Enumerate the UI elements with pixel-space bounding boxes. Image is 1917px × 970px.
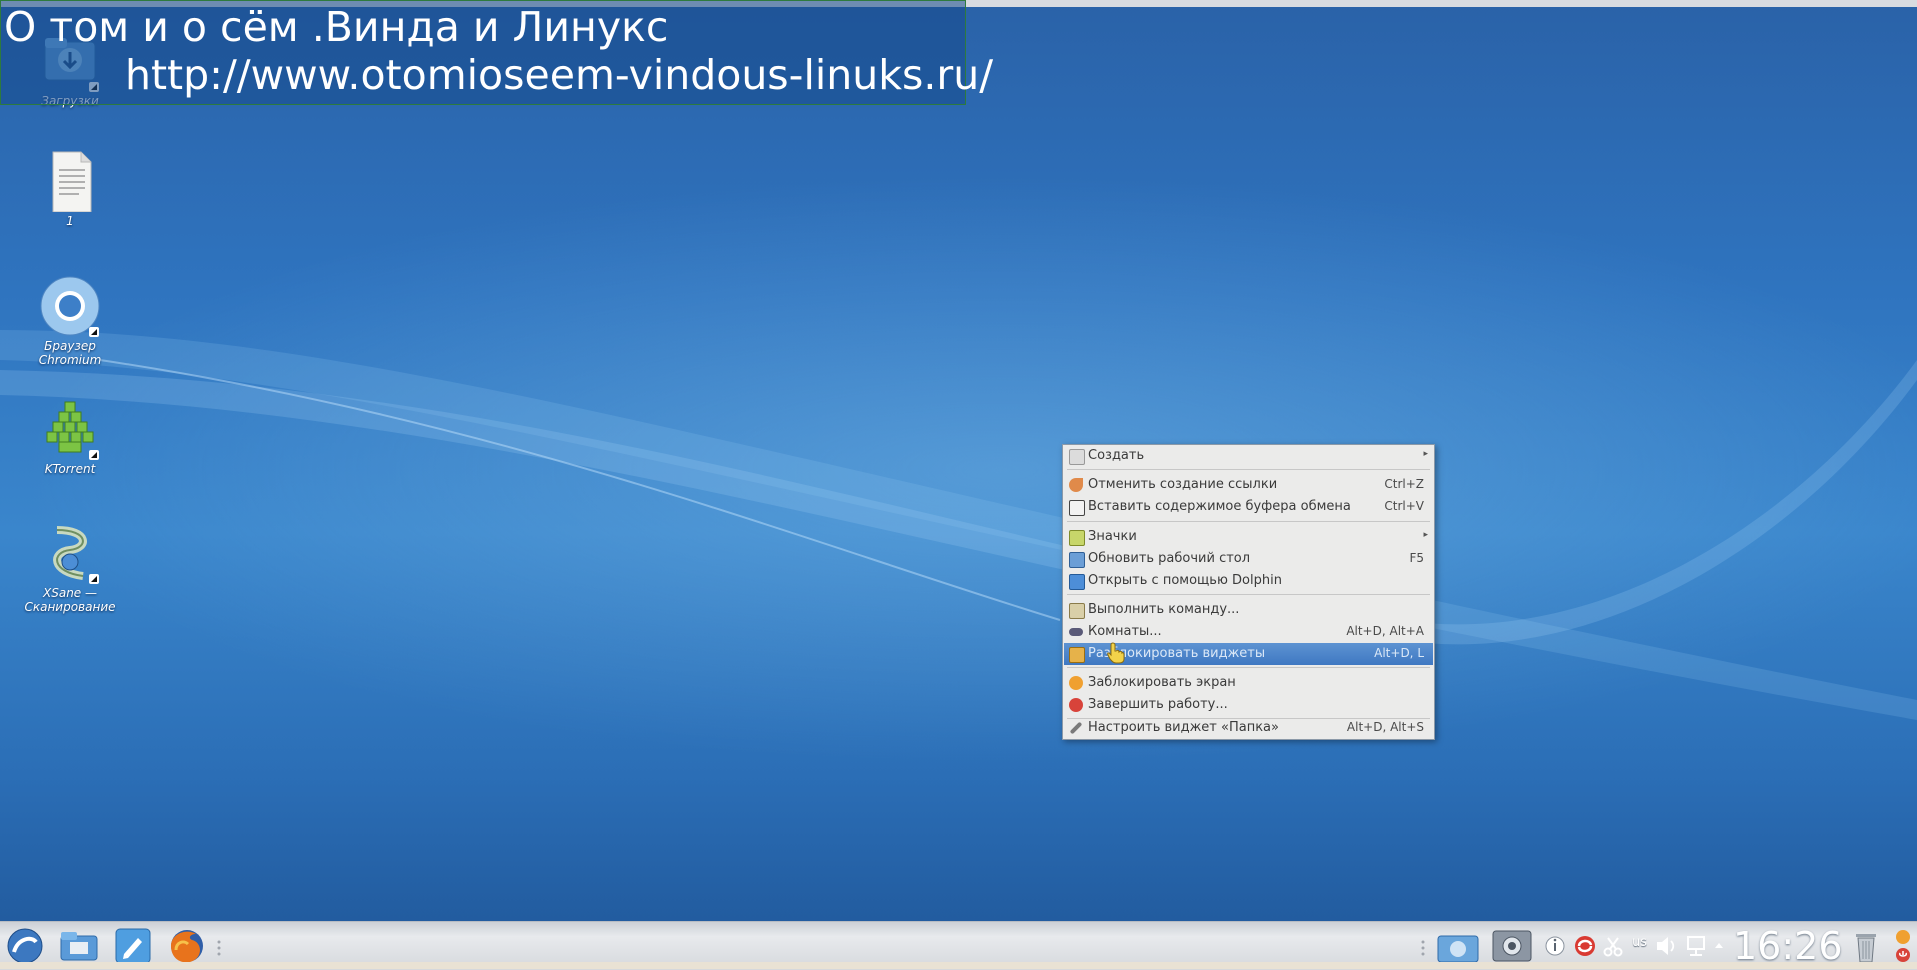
- link-badge: [89, 574, 99, 584]
- device-notifier-icon: [1437, 935, 1479, 963]
- mouse-pointer-hand-icon: [1107, 642, 1125, 664]
- configure-icon: [1069, 721, 1083, 735]
- unlock-icon: [1069, 647, 1085, 663]
- kde-menu-icon: [7, 928, 43, 964]
- screenshot-icon: [1492, 930, 1532, 962]
- keyboard-layout-indicator[interactable]: us: [1632, 935, 1647, 950]
- desktop-icon-label: 1: [66, 214, 74, 228]
- launcher-firefox[interactable]: [166, 928, 208, 964]
- tray-info[interactable]: [1544, 928, 1566, 964]
- text-editor-icon: [115, 928, 151, 964]
- tray-expand-button[interactable]: [1712, 928, 1726, 964]
- tray-screenshot-tool[interactable]: [1490, 928, 1534, 964]
- menu-separator: [1067, 521, 1430, 522]
- panel-drag-handle[interactable]: [1420, 928, 1426, 964]
- menu-item-lock-screen[interactable]: Заблокировать экран: [1064, 672, 1433, 694]
- tray-update-manager[interactable]: [1572, 928, 1598, 964]
- menu-separator: [1067, 667, 1430, 668]
- menu-item-activities[interactable]: Комнаты... Alt+D, Alt+A: [1064, 621, 1433, 643]
- info-icon: [1545, 936, 1565, 956]
- undo-icon: [1069, 478, 1083, 492]
- link-badge: [89, 450, 99, 460]
- panel-drag-handle[interactable]: [216, 928, 222, 964]
- network-icon: [1687, 936, 1705, 956]
- watermark-banner: О том и о сём .Винда и Линукс http://www…: [0, 0, 993, 105]
- menu-item-configure-folder-widget[interactable]: Настроить виджет «Папка» Alt+D, Alt+S: [1064, 717, 1433, 739]
- menu-item-shutdown[interactable]: Завершить работу...: [1064, 694, 1433, 716]
- bottom-edge-strip: [0, 962, 1917, 969]
- dolphin-icon: [1069, 574, 1085, 590]
- scissors-icon: [1603, 937, 1623, 957]
- trash-applet[interactable]: [1848, 928, 1884, 964]
- tray-lock-logout[interactable]: [1892, 928, 1914, 964]
- submenu-arrow-icon: ▸: [1423, 530, 1428, 540]
- menu-item-open-dolphin[interactable]: Открыть с помощью Dolphin: [1064, 570, 1433, 592]
- desktop-icon-label: KTorrent: [44, 462, 96, 476]
- submenu-arrow-icon: ▸: [1423, 449, 1428, 459]
- chromium-icon: [39, 275, 101, 337]
- update-icon: [1575, 936, 1595, 956]
- tray-network[interactable]: [1684, 928, 1708, 964]
- xsane-icon: [39, 522, 101, 584]
- refresh-icon: [1069, 552, 1085, 568]
- menu-separator: [1067, 469, 1430, 470]
- run-command-icon: [1069, 603, 1085, 619]
- trash-icon: [1856, 934, 1876, 963]
- paste-icon: [1069, 500, 1085, 516]
- firefox-icon: [171, 930, 203, 963]
- file-manager-icon: [60, 932, 98, 961]
- menu-item-icons[interactable]: Значки ▸: [1064, 526, 1433, 548]
- menu-item-paste[interactable]: Вставить содержимое буфера обмена Ctrl+V: [1064, 496, 1433, 518]
- lock-screen-icon: [1069, 676, 1083, 690]
- digital-clock[interactable]: 16:26: [1733, 925, 1843, 967]
- kde-menu-button[interactable]: [4, 928, 46, 964]
- desktop-icon-chromium[interactable]: Браузер Chromium: [15, 275, 125, 367]
- speaker-icon: [1657, 937, 1675, 955]
- desktop-context-menu: Создать ▸ Отменить создание ссылки Ctrl+…: [1062, 444, 1435, 740]
- launcher-text-editor[interactable]: [112, 928, 154, 964]
- watermark-title: О том и о сём .Винда и Линукс: [4, 3, 669, 51]
- menu-item-undo-link[interactable]: Отменить создание ссылки Ctrl+Z: [1064, 474, 1433, 496]
- desktop-icon-label: Браузер Chromium: [38, 339, 102, 367]
- tray-volume[interactable]: [1654, 928, 1678, 964]
- desktop-icon-label: XSane — Сканирование: [24, 586, 116, 614]
- link-badge: [89, 327, 99, 337]
- menu-item-refresh-desktop[interactable]: Обновить рабочий стол F5: [1064, 548, 1433, 570]
- shutdown-icon: [1069, 698, 1083, 712]
- chevron-up-icon: [1715, 943, 1723, 948]
- menu-item-create[interactable]: Создать ▸: [1064, 445, 1433, 467]
- launcher-file-manager[interactable]: [58, 928, 100, 964]
- tray-clipboard[interactable]: [1602, 928, 1624, 964]
- desktop-icon-xsane[interactable]: XSane — Сканирование: [15, 522, 125, 614]
- lock-logout-icon: [1896, 930, 1910, 962]
- icons-view-icon: [1069, 530, 1085, 546]
- desktop-icon-document-1[interactable]: 1: [15, 150, 125, 228]
- wallpaper-swoosh: [0, 330, 1917, 720]
- menu-item-run-command[interactable]: Выполнить команду...: [1064, 599, 1433, 621]
- activities-icon: [1069, 628, 1083, 636]
- new-icon: [1069, 449, 1085, 465]
- watermark-url: http://www.otomioseem-vindous-linuks.ru/: [125, 51, 994, 99]
- menu-separator: [1067, 594, 1430, 595]
- ktorrent-icon: [39, 398, 101, 460]
- desktop-icon-ktorrent[interactable]: KTorrent: [15, 398, 125, 476]
- tray-device-notifier[interactable]: [1436, 928, 1480, 964]
- text-document-icon: [39, 150, 101, 213]
